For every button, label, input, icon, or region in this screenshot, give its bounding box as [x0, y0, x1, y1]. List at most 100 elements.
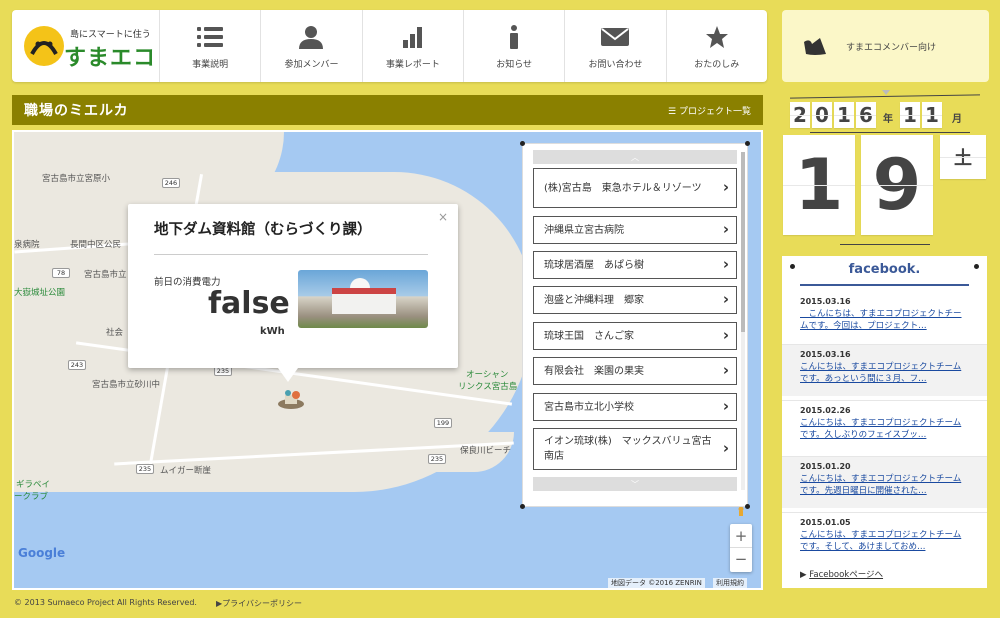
post-text[interactable]: こんにちは、すまエコプロジェクトチームです。先週日曜日に開催された…: [800, 473, 969, 497]
calendar-year-unit: 年: [883, 114, 893, 125]
post-text[interactable]: こんにちは、すまエコプロジェクトチームです。久しぶりのフェイスブッ…: [800, 417, 969, 441]
nav-item-reports[interactable]: 事業レポート: [363, 10, 464, 82]
popup-close-button[interactable]: ×: [438, 210, 448, 224]
map-label: ギラベイ: [16, 480, 51, 490]
post-date: 2015.03.16: [800, 350, 851, 359]
nav-item-members[interactable]: 参加メンバー: [261, 10, 363, 82]
nav-item-label: おたのしみ: [694, 60, 740, 70]
post-text[interactable]: こんにちは、すまエコプロジェクトチームです。そして、あけましておめ…: [800, 529, 969, 553]
calendar-month-unit: 月: [952, 114, 962, 125]
menu-icon: ☰: [668, 106, 679, 117]
calendar-month-digit: 1: [922, 102, 942, 128]
list-scroll-down-button[interactable]: ﹀: [533, 477, 737, 491]
post-date: 2015.01.05: [800, 518, 851, 527]
map-label: 社会: [106, 328, 124, 338]
person-icon: [298, 23, 324, 51]
project-list-item[interactable]: 宮古島市立北小学校: [533, 393, 737, 421]
map-terms-link[interactable]: 利用規約: [713, 578, 747, 588]
member-login-panel[interactable]: すまエコメンバー向け: [782, 10, 989, 95]
post-date: 2015.03.16: [800, 297, 851, 306]
project-list-item[interactable]: 泡盛と沖縄料理 郷家: [533, 286, 737, 314]
map-label: 保良川ビーチ: [460, 446, 512, 456]
facebook-post[interactable]: 2015.03.16 こんにちは、すまエコプロジェクトチームです。今回は、プロジ…: [782, 292, 987, 344]
nav-item-contact[interactable]: お問い合わせ: [565, 10, 667, 82]
project-list-item[interactable]: 琉球居酒屋 あぱら樹: [533, 251, 737, 279]
facebook-post[interactable]: 2015.01.05 こんにちは、すまエコプロジェクトチームです。そして、あけま…: [782, 512, 987, 564]
nav-item-fun[interactable]: おたのしみ: [667, 10, 767, 82]
nav-item-news[interactable]: お知らせ: [464, 10, 566, 82]
popup-tail: [278, 368, 298, 382]
facebook-widget: facebook. 2015.03.16 こんにちは、すまエコプロジェクトチーム…: [782, 256, 987, 588]
nav-item-about[interactable]: 事業説明: [160, 10, 262, 82]
route-shield: 235: [428, 454, 446, 464]
location-popup: 地下ダム資料館（むらづくり課） × 前日の消費電力 false kWh: [128, 204, 458, 382]
facebook-post[interactable]: 2015.01.20 こんにちは、すまエコプロジェクトチームです。先週日曜日に開…: [782, 456, 987, 508]
site-logo[interactable]: 島にスマートに住う すまエコ: [12, 10, 160, 82]
list-scrollbar[interactable]: [741, 152, 745, 490]
list-icon: [197, 23, 224, 51]
facebook-page-link[interactable]: ▶ Facebookページへ: [800, 568, 883, 580]
zoom-control: + −: [730, 524, 752, 572]
calendar-month-digit: 1: [900, 102, 920, 128]
zoom-out-button[interactable]: −: [730, 548, 752, 572]
facebook-hanger: [840, 244, 930, 245]
post-date: 2015.01.20: [800, 462, 851, 471]
mascot-logo-icon: [24, 26, 64, 66]
corner-pin: [520, 504, 525, 509]
map-label: 大嶽城址公園: [14, 288, 66, 298]
route-shield: 199: [434, 418, 452, 428]
witch-hat-icon: [804, 38, 826, 55]
popup-divider: [154, 254, 428, 255]
list-scroll-up-button[interactable]: ︿: [533, 150, 737, 164]
nav-item-label: 事業説明: [192, 60, 229, 70]
project-list-label: プロジェクト一覧: [678, 106, 751, 117]
nav-item-label: お知らせ: [496, 60, 533, 70]
map-marker-icon[interactable]: [276, 388, 306, 410]
calendar-year-digit: 1: [834, 102, 854, 128]
map-attribution: 地図データ ©2016 ZENRIN: [608, 578, 705, 588]
project-list-item[interactable]: 沖縄県立宮古病院: [533, 216, 737, 244]
calendar-weekday: 土: [940, 135, 986, 179]
popup-metric-value: false: [208, 286, 290, 321]
privacy-policy-label: プライバシーポリシー: [222, 599, 302, 608]
calendar-day-digit: 9: [861, 135, 933, 235]
nav-item-label: お問い合わせ: [588, 60, 643, 70]
privacy-policy-link[interactable]: ▶プライバシーポリシー: [216, 598, 302, 609]
google-logo: Google: [18, 546, 66, 560]
facebook-logo[interactable]: facebook.: [782, 262, 987, 277]
route-shield: 235: [136, 464, 154, 474]
bar-chart-icon: [402, 23, 424, 51]
section-title: 職場のミエルカ: [24, 103, 129, 119]
member-panel-label: すまエコメンバー向け: [846, 42, 937, 53]
calendar-year-digit: 2: [790, 102, 810, 128]
post-text[interactable]: こんにちは、すまエコプロジェクトチームです。今回は、プロジェクト…: [800, 308, 969, 332]
nav-item-label: 事業レポート: [385, 60, 440, 70]
copyright-text: © 2013 Sumaeco Project All Rights Reserv…: [14, 598, 197, 607]
calendar-year-digit: 0: [812, 102, 832, 128]
map-label: リンクス宮古島: [458, 382, 518, 392]
calendar-hanger: [810, 132, 970, 133]
facebook-post[interactable]: 2015.03.16 こんにちは、すまエコプロジェクトチームです。あっという間に…: [782, 344, 987, 396]
project-list-item[interactable]: (株)宮古島 東急ホテル＆リゾーツ: [533, 168, 737, 208]
section-header: 職場のミエルカ ☰ プロジェクト一覧: [12, 95, 763, 125]
info-icon: [508, 23, 520, 51]
map-label: 宮古島市立宮原小: [42, 174, 111, 184]
brand-tagline: 島にスマートに住う: [70, 30, 151, 40]
nav-item-label: 参加メンバー: [284, 60, 339, 70]
list-scrollbar-thumb[interactable]: [741, 152, 745, 332]
project-list-item[interactable]: イオン琉球(株) マックスバリュ宮古南店: [533, 428, 737, 470]
route-shield: 78: [52, 268, 70, 278]
facility-photo: [298, 270, 428, 328]
calendar-day-digit: 1: [783, 135, 855, 235]
map-label: 宮古島市立砂川中: [92, 380, 161, 390]
map-label: ムイガー断崖: [160, 466, 212, 476]
member-panel-arrow: [882, 90, 890, 95]
project-list-item[interactable]: 琉球王国 さんご家: [533, 322, 737, 350]
map-label: オーシャン: [466, 370, 509, 380]
post-text[interactable]: こんにちは、すまエコプロジェクトチームです。あっという間に３月、フ…: [800, 361, 969, 385]
project-list-link[interactable]: ☰ プロジェクト一覧: [668, 104, 751, 117]
project-list-item[interactable]: 有限会社 楽園の果実: [533, 357, 737, 385]
zoom-in-button[interactable]: +: [730, 524, 752, 548]
mail-icon: [601, 23, 630, 51]
facebook-post[interactable]: 2015.02.26 こんにちは、すまエコプロジェクトチームです。久しぶりのフェ…: [782, 400, 987, 452]
